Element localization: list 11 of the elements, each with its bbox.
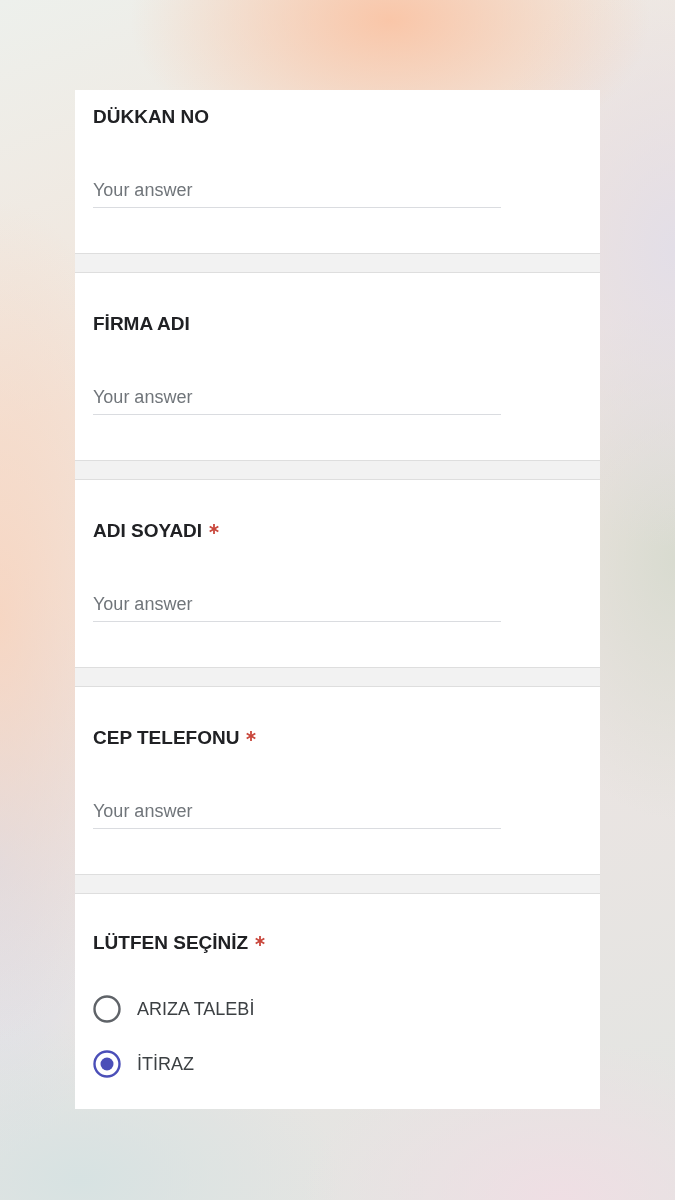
radio-option[interactable]: ARIZA TALEBİ bbox=[93, 995, 255, 1023]
question-title: ADI SOYADI bbox=[93, 519, 203, 543]
question-title: FİRMA ADI bbox=[93, 312, 190, 336]
answer-field[interactable]: Your answer bbox=[93, 797, 501, 829]
answer-field[interactable]: Your answer bbox=[93, 590, 501, 622]
question-title: CEP TELEFONU bbox=[93, 726, 240, 750]
answer-field[interactable]: Your answer bbox=[93, 176, 501, 208]
answer-field[interactable]: Your answer bbox=[93, 383, 501, 415]
question-title: LÜTFEN SEÇİNİZ bbox=[93, 931, 249, 955]
radio-option[interactable]: İTİRAZ bbox=[93, 1050, 194, 1078]
question-title: DÜKKAN NO bbox=[93, 105, 210, 129]
